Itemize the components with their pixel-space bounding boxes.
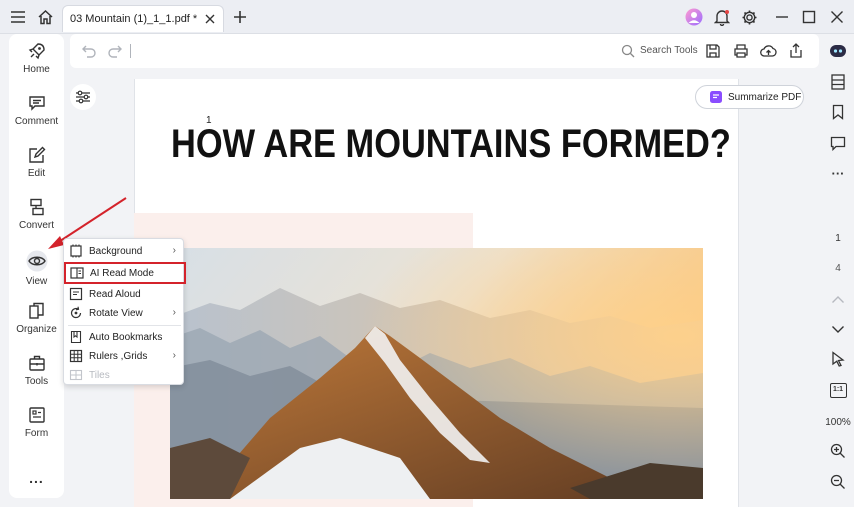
summarize-pdf-button[interactable]: Summarize PDF (695, 85, 804, 109)
ai-assistant-icon[interactable] (828, 41, 848, 61)
current-page-number[interactable]: 1 (822, 233, 854, 244)
sidebar-item-label: Tools (24, 376, 49, 387)
summarize-icon (710, 91, 722, 103)
minimize-window-icon[interactable] (772, 7, 792, 27)
menu-item-tiles[interactable]: Tiles (64, 365, 185, 385)
page-settings-button[interactable] (70, 84, 96, 110)
previous-page-icon[interactable] (828, 289, 848, 309)
select-cursor-icon[interactable] (828, 349, 848, 369)
menu-item-ai-read-mode[interactable]: AI Read Mode (64, 262, 186, 284)
comment-icon (28, 96, 45, 111)
document-tab[interactable]: 03 Mountain (1)_1_1.pdf * (62, 5, 224, 32)
share-icon[interactable] (788, 42, 804, 59)
more-options-button[interactable]: ... (9, 470, 64, 490)
form-icon (28, 407, 45, 423)
redo-icon[interactable] (107, 43, 123, 59)
sliders-icon (76, 90, 90, 104)
total-pages: 4 (835, 263, 841, 274)
menu-divider (68, 325, 181, 326)
bookmark-icon[interactable] (828, 102, 848, 122)
submenu-chevron-icon: › (172, 245, 176, 256)
menu-item-label: Background (89, 245, 143, 257)
sidebar-item-label: Form (24, 428, 49, 439)
sidebar-item-organize[interactable]: Organize (9, 302, 64, 348)
menu-item-rotate-view[interactable]: Rotate View › (64, 303, 185, 323)
save-icon[interactable] (705, 43, 721, 59)
title-bar: 03 Mountain (1)_1_1.pdf * (0, 0, 854, 34)
menu-item-background[interactable]: Background › (64, 241, 185, 261)
sidebar-item-tools[interactable]: Tools (9, 354, 64, 400)
read-aloud-icon (69, 287, 83, 301)
toolbox-icon (28, 355, 45, 371)
more-panels-icon[interactable]: ··· (828, 163, 848, 183)
menu-item-label: Tiles (89, 369, 110, 381)
menu-item-auto-bookmarks[interactable]: Auto Bookmarks (64, 327, 185, 347)
print-icon[interactable] (733, 43, 749, 59)
sidebar-item-label: Organize (16, 324, 57, 335)
toolbar-divider (130, 44, 131, 58)
zoom-level[interactable]: 100% (822, 417, 854, 428)
rocket-icon (28, 43, 45, 60)
document-heading: HOW ARE MOUNTAINS FORMED? (171, 122, 731, 166)
tab-title: 03 Mountain (1)_1_1.pdf * (70, 13, 198, 25)
zoom-in-icon[interactable] (828, 441, 848, 461)
menu-item-label: Rulers ,Grids (89, 350, 148, 362)
actual-size-icon[interactable]: 1:1 (828, 380, 848, 400)
search-icon (621, 44, 635, 58)
next-page-icon[interactable] (828, 319, 848, 339)
menu-item-label: AI Read Mode (90, 267, 154, 279)
sidebar-item-label: Home (23, 64, 50, 75)
rotate-icon (70, 306, 82, 319)
sidebar-item-comment[interactable]: Comment (9, 94, 64, 140)
zoom-out-icon[interactable] (828, 472, 848, 492)
close-window-icon[interactable] (827, 7, 847, 27)
tiles-icon (69, 369, 83, 381)
search-tools-button[interactable]: Search Tools (640, 45, 698, 56)
close-tab-icon[interactable] (203, 12, 217, 26)
sidebar-item-label: Comment (14, 116, 59, 127)
submenu-chevron-icon: › (172, 307, 176, 318)
left-sidebar: Home Comment Edit Convert View Organize … (9, 34, 64, 498)
organize-icon (28, 302, 44, 319)
home-icon[interactable] (35, 7, 55, 27)
undo-icon[interactable] (81, 43, 97, 59)
mountain-photo (170, 248, 703, 499)
hamburger-menu-icon[interactable] (8, 7, 28, 27)
background-icon (70, 244, 82, 258)
menu-item-label: Rotate View (89, 307, 143, 319)
sidebar-item-label: View (25, 276, 48, 287)
edit-pencil-icon (28, 146, 45, 163)
avatar[interactable] (684, 7, 704, 27)
settings-gear-icon[interactable] (739, 7, 759, 27)
sidebar-item-edit[interactable]: Edit (9, 146, 64, 192)
summarize-label: Summarize PDF (728, 91, 802, 103)
submenu-chevron-icon: › (172, 350, 176, 361)
maximize-window-icon[interactable] (799, 7, 819, 27)
grid-icon (69, 349, 83, 363)
auto-bookmark-icon (70, 330, 82, 344)
actual-size-label: 1:1 (829, 382, 847, 398)
menu-item-rulers-grids[interactable]: Rulers ,Grids › (64, 346, 185, 366)
new-tab-icon[interactable] (230, 7, 250, 27)
menu-item-label: Read Aloud (89, 288, 141, 300)
read-mode-icon (70, 267, 84, 279)
comments-panel-icon[interactable] (828, 133, 848, 153)
sidebar-item-label: Edit (27, 168, 46, 179)
menu-item-label: Auto Bookmarks (89, 331, 163, 343)
cloud-upload-icon[interactable] (760, 43, 777, 59)
right-panel-bar: ··· 1 4 1:1 100% (822, 34, 854, 507)
sidebar-item-form[interactable]: Form (9, 406, 64, 452)
sidebar-item-view[interactable]: View (9, 250, 64, 296)
menu-item-read-aloud[interactable]: Read Aloud (64, 284, 185, 304)
thumbnails-panel-icon[interactable] (828, 72, 848, 92)
notification-bell-icon[interactable] (712, 7, 732, 27)
sidebar-item-home[interactable]: Home (9, 42, 64, 88)
view-menu: Background › AI Read Mode Read Aloud Rot… (63, 238, 186, 385)
main-toolbar: Search Tools (70, 34, 819, 68)
